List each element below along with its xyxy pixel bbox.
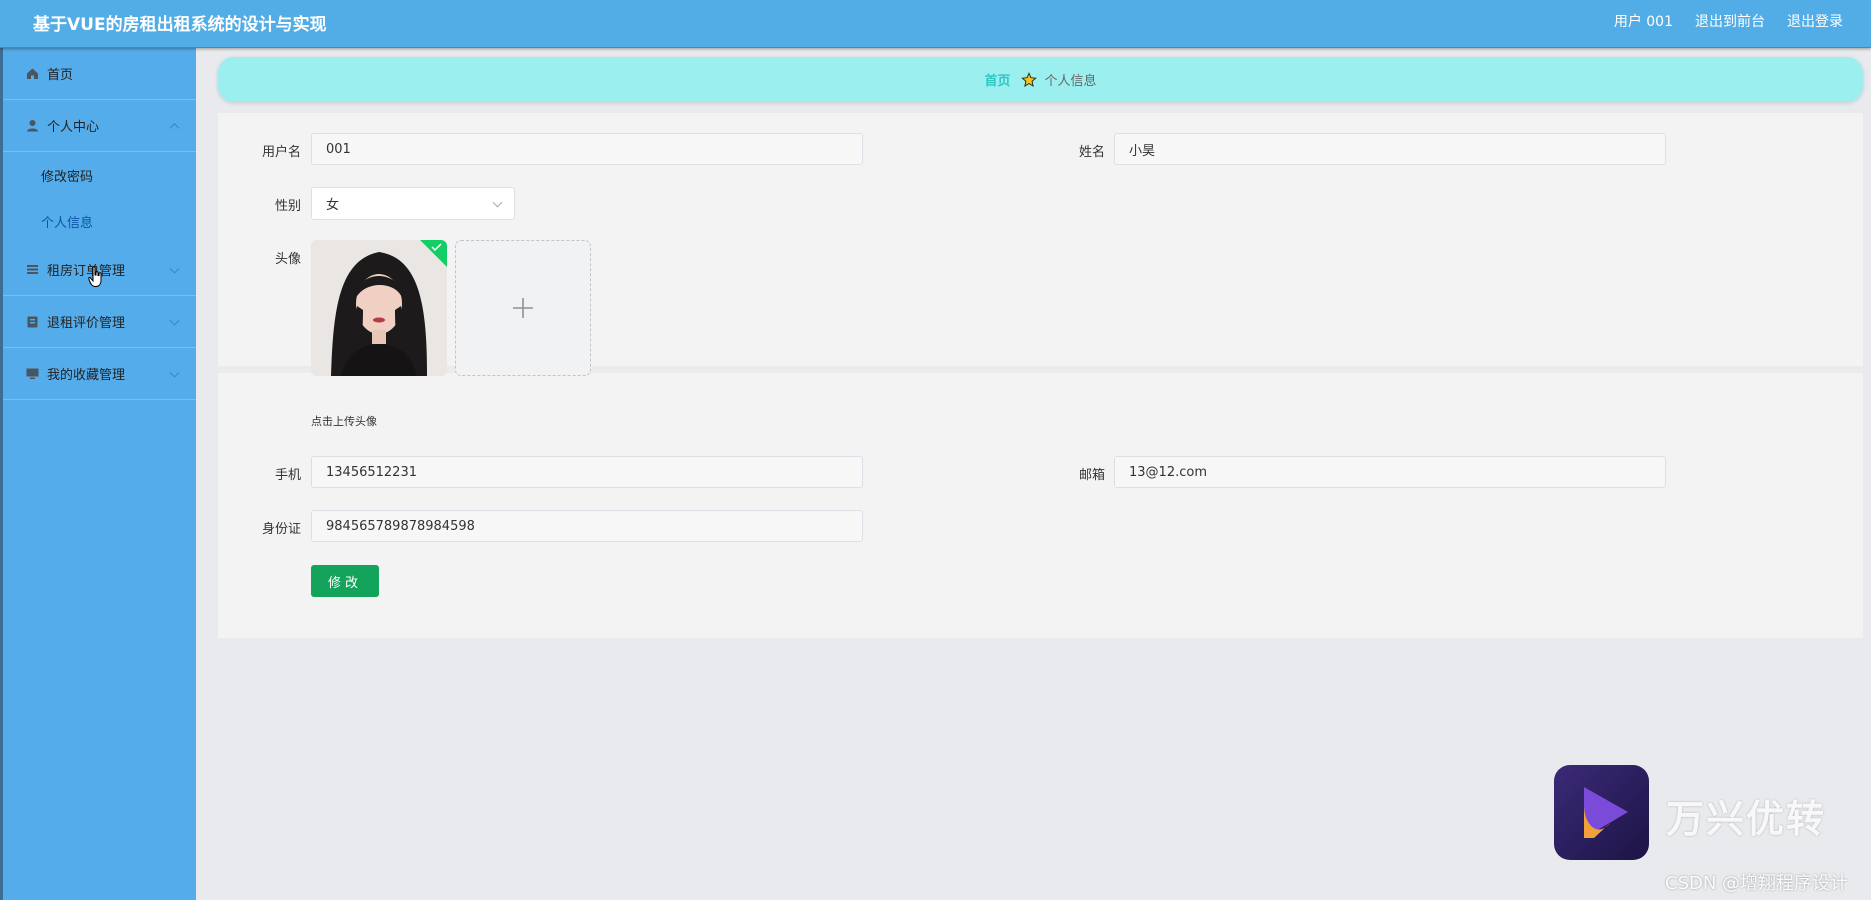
watermark-credit: CSDN @增翔程序设计 — [1665, 873, 1849, 894]
avatar-upload-hint: 点击上传头像 — [311, 415, 377, 428]
breadcrumb: 首页 个人信息 — [218, 57, 1863, 102]
phone-input[interactable] — [311, 456, 863, 488]
gender-label: 性别 — [274, 199, 301, 214]
chevron-down-icon — [169, 367, 180, 378]
clipboard-icon — [25, 315, 39, 329]
gender-select[interactable]: 女 — [311, 187, 515, 220]
sidebar-item-label: 我的收藏管理 — [47, 368, 126, 383]
plus-icon — [513, 298, 533, 318]
app-title: 基于VUE的房租出租系统的设计与实现 — [33, 15, 327, 35]
watermark-logo — [1554, 765, 1649, 860]
chevron-down-icon — [169, 263, 180, 274]
name-label: 姓名 — [1078, 145, 1105, 160]
chevron-down-icon — [492, 197, 503, 208]
name-input[interactable] — [1114, 133, 1666, 165]
email-label: 邮箱 — [1078, 468, 1105, 483]
breadcrumb-current: 个人信息 — [1044, 74, 1097, 89]
sidebar-item-favorites[interactable]: 我的收藏管理 — [3, 348, 196, 400]
breadcrumb-home-link[interactable]: 首页 — [984, 70, 1010, 89]
gender-selected-value: 女 — [326, 198, 340, 213]
submit-button[interactable]: 修改 — [311, 565, 379, 597]
avatar-upload-button[interactable] — [455, 240, 591, 376]
sidebar-subitem-change-password[interactable]: 修改密码 — [3, 152, 196, 198]
current-user-label: 用户 001 — [1613, 14, 1673, 30]
top-header: 基于VUE的房租出租系统的设计与实现 用户 001 退出到前台 退出登录 — [0, 0, 1871, 48]
avatar-image[interactable] — [311, 240, 447, 376]
back-to-front-link[interactable]: 退出到前台 — [1695, 11, 1765, 31]
user-icon — [25, 119, 39, 133]
sidebar-subitem-personal-info[interactable]: 个人信息 — [3, 198, 196, 244]
hand-cursor-icon — [88, 266, 102, 288]
id-card-label: 身份证 — [261, 522, 301, 537]
logout-link[interactable]: 退出登录 — [1787, 11, 1843, 31]
sidebar-item-home[interactable]: 首页 — [3, 48, 196, 100]
sidebar: 首页 个人中心 修改密码 个人信息 租房订单管理 退租评价管理 我的收藏管理 — [0, 48, 196, 900]
chevron-down-icon — [169, 315, 180, 326]
phone-label: 手机 — [274, 468, 301, 483]
email-input[interactable] — [1114, 456, 1666, 488]
sidebar-item-label: 个人中心 — [47, 120, 100, 135]
header-actions: 用户 001 退出到前台 退出登录 — [1614, 11, 1843, 31]
play-icon — [1584, 787, 1628, 838]
id-card-input[interactable] — [311, 510, 863, 542]
sidebar-item-label: 租房订单管理 — [47, 264, 126, 279]
sidebar-item-checkout-reviews[interactable]: 退租评价管理 — [3, 296, 196, 348]
chevron-up-icon — [169, 122, 180, 133]
star-icon — [1020, 71, 1037, 87]
watermark-brand: 万兴优转 — [1666, 797, 1827, 841]
sidebar-item-label: 首页 — [47, 68, 74, 83]
sidebar-item-personal-center[interactable]: 个人中心 — [3, 100, 196, 152]
sidebar-item-label: 退租评价管理 — [47, 316, 126, 331]
monitor-icon — [25, 367, 39, 381]
username-label: 用户名 — [261, 145, 301, 160]
avatar-label: 头像 — [274, 252, 301, 267]
list-icon — [25, 263, 39, 277]
username-input[interactable] — [311, 133, 863, 165]
sidebar-item-rental-orders[interactable]: 租房订单管理 — [3, 244, 196, 296]
home-icon — [25, 67, 39, 81]
